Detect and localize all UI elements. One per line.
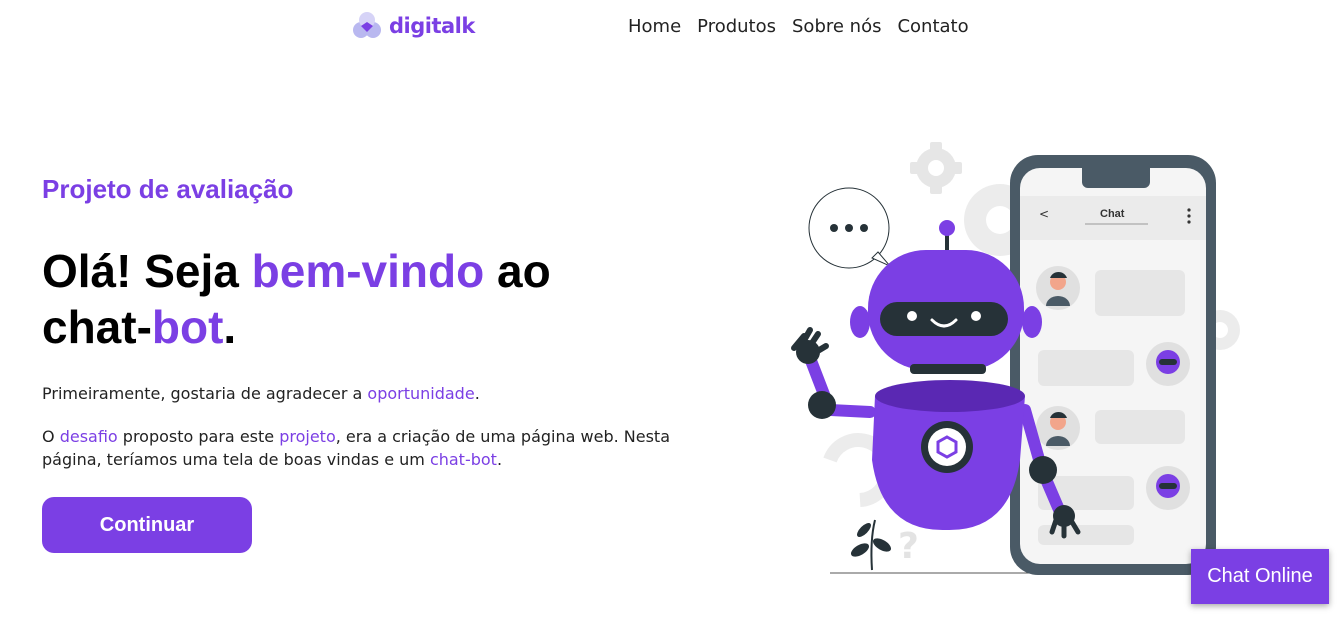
title-accent-1: bem-vindo bbox=[251, 245, 485, 297]
title-text-1: Olá! Seja bbox=[42, 245, 252, 297]
p2-highlight-desafio: desafio bbox=[59, 427, 118, 446]
p2-text-1: O bbox=[42, 427, 60, 446]
plant-icon bbox=[850, 519, 892, 571]
more-icon bbox=[1187, 208, 1191, 224]
main-nav: Home Produtos Sobre nós Contato bbox=[620, 16, 977, 37]
continue-button[interactable]: Continuar bbox=[42, 497, 252, 553]
nav-produtos[interactable]: Produtos bbox=[689, 16, 784, 37]
gear-icon bbox=[910, 142, 962, 194]
site-header: digitalk Home Produtos Sobre nós Contato bbox=[0, 0, 1338, 56]
logo-icon bbox=[353, 12, 381, 38]
chat-online-button[interactable]: Chat Online bbox=[1191, 549, 1329, 604]
nav-sobre-nos[interactable]: Sobre nós bbox=[784, 16, 889, 37]
chatbot-illustration: ? < Chat bbox=[791, 142, 1240, 575]
phone-header-title: Chat bbox=[1100, 208, 1125, 220]
question-mark-icon: ? bbox=[898, 526, 919, 567]
title-text-3: . bbox=[223, 301, 237, 353]
intro-paragraph: Primeiramente, gostaria de agradecer a o… bbox=[42, 382, 692, 405]
hero-subtitle: Projeto de avaliação bbox=[42, 174, 294, 204]
title-accent-2: bot bbox=[151, 301, 224, 353]
user-avatar bbox=[1036, 406, 1080, 450]
p2-text-4: . bbox=[496, 450, 503, 469]
logo[interactable]: digitalk bbox=[351, 10, 475, 42]
nav-contato[interactable]: Contato bbox=[889, 16, 976, 37]
p1-highlight-oportunidade: oportunidade bbox=[367, 384, 475, 403]
phone-mockup: < Chat bbox=[1010, 155, 1216, 575]
hero-title: Olá! Seja bem-vindo ao chat-bot. bbox=[42, 243, 642, 355]
bot-avatar bbox=[1146, 342, 1190, 386]
p2-highlight-projeto: projeto bbox=[279, 427, 336, 446]
user-avatar bbox=[1036, 266, 1080, 310]
speech-bubble bbox=[808, 187, 891, 269]
bot-avatar bbox=[1146, 466, 1190, 510]
back-icon: < bbox=[1039, 207, 1049, 221]
description-paragraph: O desafio proposto para este projeto, er… bbox=[42, 425, 692, 471]
p2-text-2: proposto para este bbox=[117, 427, 280, 446]
logo-text: digitalk bbox=[389, 14, 475, 38]
nav-home[interactable]: Home bbox=[620, 16, 689, 37]
p1-text-2: . bbox=[474, 384, 480, 403]
p2-highlight-chat-bot: chat-bot bbox=[429, 450, 497, 469]
p1-text-1: Primeiramente, gostaria de agradecer a bbox=[42, 384, 368, 403]
hero-section: Projeto de avaliação Olá! Seja bem-vindo… bbox=[42, 174, 722, 471]
